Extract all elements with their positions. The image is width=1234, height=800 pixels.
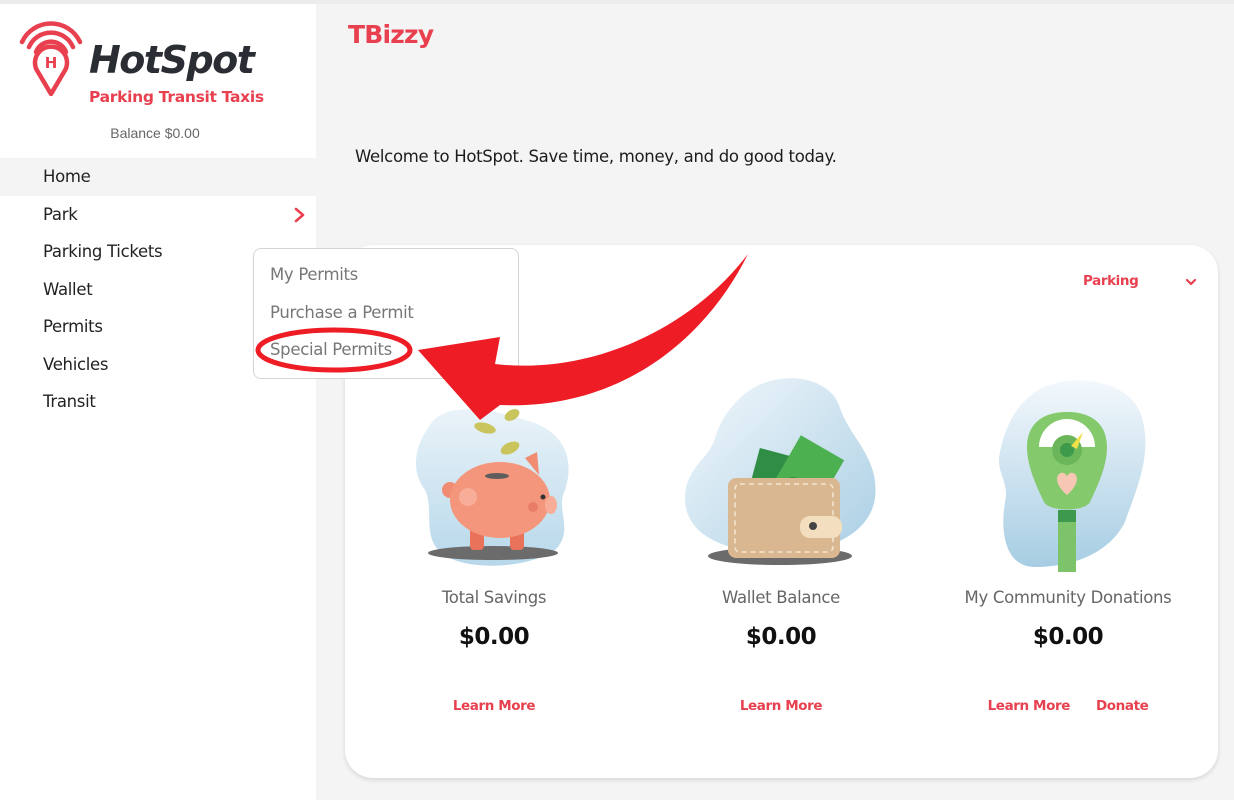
parking-meter-icon xyxy=(998,380,1146,572)
hotspot-logo-icon[interactable]: H xyxy=(16,14,86,96)
stat-links-total-savings: Learn More xyxy=(364,698,624,714)
learn-more-wallet-link[interactable]: Learn More xyxy=(740,698,823,714)
brand-header: H HotSpot Parking Transit Taxis Balance … xyxy=(0,4,316,158)
park-submenu: My Permits Purchase a Permit Special Per… xyxy=(253,248,519,379)
stat-links-wallet-balance: Learn More xyxy=(651,698,911,714)
category-dropdown[interactable]: Parking xyxy=(1083,273,1203,293)
balance-text: Balance $0.00 xyxy=(110,125,200,141)
sidebar-item-label: Home xyxy=(43,167,91,187)
username-heading: TBizzy xyxy=(348,20,434,49)
stat-label-community-donations: My Community Donations xyxy=(964,588,1172,607)
stat-label-wallet-balance: Wallet Balance xyxy=(721,588,840,607)
submenu-item-purchase-permit[interactable]: Purchase a Permit xyxy=(270,303,414,322)
brand-name: HotSpot xyxy=(89,38,255,82)
learn-more-savings-link[interactable]: Learn More xyxy=(453,698,536,714)
submenu-item-special-permits[interactable]: Special Permits xyxy=(270,340,392,359)
brand-tagline: Parking Transit Taxis xyxy=(89,88,264,106)
stat-label-total-savings: Total Savings xyxy=(441,588,547,607)
chevron-down-icon xyxy=(1185,278,1197,286)
donate-link[interactable]: Donate xyxy=(1096,698,1149,714)
submenu-item-my-permits[interactable]: My Permits xyxy=(270,265,358,284)
sidebar-item-label: Vehicles xyxy=(43,354,109,374)
sidebar-item-park[interactable]: Park xyxy=(0,196,316,234)
sidebar: H HotSpot Parking Transit Taxis Balance … xyxy=(0,4,316,800)
sidebar-item-home[interactable]: Home xyxy=(0,158,316,196)
wallet-icon xyxy=(685,378,876,565)
piggy-bank-icon xyxy=(415,409,569,566)
stat-value-total-savings: $0.00 xyxy=(458,624,530,650)
learn-more-donations-link[interactable]: Learn More xyxy=(988,698,1071,714)
svg-text:H: H xyxy=(45,54,58,72)
sidebar-item-label: Parking Tickets xyxy=(43,242,163,262)
sidebar-item-label: Permits xyxy=(43,317,103,337)
welcome-message: Welcome to HotSpot. Save time, money, an… xyxy=(355,147,837,166)
sidebar-item-transit[interactable]: Transit xyxy=(0,383,316,421)
dropdown-selected-value: Parking xyxy=(1083,273,1139,289)
sidebar-item-label: Park xyxy=(43,204,78,224)
stat-value-wallet-balance: $0.00 xyxy=(745,624,817,650)
chevron-right-icon[interactable] xyxy=(292,207,306,223)
stat-value-community-donations: $0.00 xyxy=(1032,624,1104,650)
sidebar-item-label: Transit xyxy=(43,392,96,412)
stat-links-community-donations: Learn More Donate xyxy=(938,698,1198,714)
sidebar-item-label: Wallet xyxy=(43,279,93,299)
